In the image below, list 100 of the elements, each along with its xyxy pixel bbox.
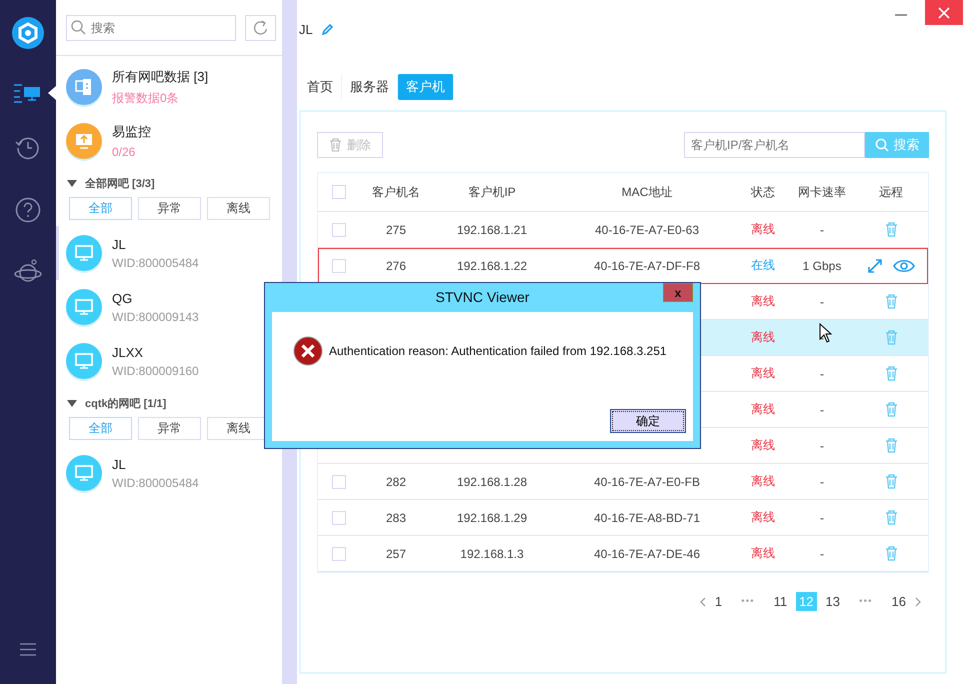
- trash-icon[interactable]: [884, 546, 898, 561]
- monitor-avatar-icon: [66, 235, 102, 271]
- menu-icon[interactable]: [20, 643, 36, 656]
- status-text: 离线: [751, 546, 775, 560]
- checkbox[interactable]: [332, 474, 346, 488]
- venue-item[interactable]: QG WID:800009143: [56, 280, 282, 334]
- ellipsis-text: •••: [858, 596, 874, 607]
- status-text: 离线: [751, 330, 775, 344]
- venue-name: JL: [112, 236, 127, 252]
- status-text: 离线: [751, 402, 775, 416]
- venue-item[interactable]: JLXX WID:800009160: [56, 334, 282, 388]
- table-cell: 282: [386, 474, 406, 488]
- dialog-title: STVNC Viewer: [436, 288, 530, 304]
- checkbox[interactable]: [332, 546, 346, 560]
- table-cell: -: [820, 222, 824, 236]
- column-header: 客户机IP: [467, 184, 517, 200]
- summary-title: 易监控: [112, 123, 151, 141]
- table-row[interactable]: 282 192.168.1.28 40-16-7E-A7-E0-FB 离线 -: [318, 464, 928, 500]
- table-cell: 40-16-7E-A7-DE-46: [594, 546, 700, 560]
- checkbox[interactable]: [332, 222, 346, 236]
- filter-button[interactable]: 异常: [138, 417, 201, 440]
- selection-pointer-icon: [48, 86, 56, 100]
- table-cell: 192.168.1.28: [456, 474, 528, 488]
- table-cell: 40-16-7E-A7-DF-F8: [594, 258, 700, 272]
- close-button[interactable]: [925, 0, 963, 25]
- previous-page-icon[interactable]: [700, 596, 706, 606]
- refresh-button[interactable]: [245, 14, 276, 40]
- trash-icon[interactable]: [884, 438, 898, 453]
- table-cell: -: [820, 366, 824, 380]
- status-text: 离线: [751, 222, 775, 236]
- table-row[interactable]: 257 192.168.1.3 40-16-7E-A7-DE-46 离线 -: [318, 536, 928, 572]
- column-header: 远程: [878, 184, 904, 200]
- expanded-triangle-icon[interactable]: [67, 400, 77, 408]
- trash-icon[interactable]: [884, 294, 898, 309]
- table-cell: 276: [386, 258, 406, 272]
- trash-icon[interactable]: [884, 366, 898, 381]
- logo-icon: [12, 17, 44, 49]
- table-cell: 283: [386, 510, 406, 524]
- venue-id: WID:800005484: [112, 256, 199, 270]
- page-title: JL: [299, 22, 313, 36]
- trash-icon: [329, 138, 342, 152]
- pencil-icon[interactable]: [320, 22, 334, 36]
- table-cell: 192.168.1.3: [460, 546, 524, 560]
- column-header: MAC地址: [620, 184, 674, 200]
- status-text: 离线: [751, 366, 775, 380]
- table-row[interactable]: 275 192.168.1.21 40-16-7E-A7-E0-63 离线 -: [318, 212, 928, 248]
- monitor-avatar-icon: [66, 343, 102, 379]
- column-header: 客户机名: [371, 184, 421, 200]
- server-avatar-icon: [66, 69, 102, 105]
- eye-icon[interactable]: [893, 258, 915, 272]
- table-cell: -: [820, 402, 824, 416]
- checkbox[interactable]: [332, 510, 346, 524]
- venue-name: JL: [112, 456, 127, 472]
- filter-button[interactable]: 异常: [138, 197, 201, 220]
- monitor-avatar-icon: [66, 455, 102, 491]
- trash-icon[interactable]: [884, 330, 898, 345]
- ellipsis-text: •••: [740, 596, 756, 607]
- table-cell: -: [820, 330, 824, 344]
- fullscreen-icon[interactable]: [867, 258, 883, 274]
- checkbox[interactable]: [332, 258, 346, 272]
- group-title: cqtk的网吧 [1/1]: [85, 397, 166, 411]
- trash-icon[interactable]: [884, 510, 898, 525]
- upload-monitor-avatar-icon: [66, 123, 102, 159]
- close-button[interactable]: x: [663, 283, 693, 302]
- venue-item[interactable]: JL WID:800005484: [56, 446, 282, 500]
- table-row[interactable]: 283 192.168.1.29 40-16-7E-A8-BD-71 离线 -: [318, 500, 928, 536]
- venue-name: QG: [112, 290, 134, 306]
- venue-name: JLXX: [112, 344, 144, 360]
- table-cell: 275: [386, 222, 406, 236]
- table-cell: -: [820, 510, 824, 524]
- search-field[interactable]: 客户机IP/客户机名: [684, 132, 865, 158]
- summary-item[interactable]: 易监控 0/26: [56, 114, 282, 168]
- summary-item[interactable]: 所有网吧数据 [3] 报警数据0条: [56, 60, 282, 114]
- status-text: 离线: [751, 438, 775, 452]
- filter-button[interactable]: 离线: [207, 197, 270, 220]
- table-cell: -: [820, 438, 824, 452]
- error-icon: [293, 336, 323, 366]
- column-header: 网卡速率: [797, 184, 847, 200]
- trash-icon[interactable]: [884, 402, 898, 417]
- column-header: 状态: [750, 184, 776, 200]
- monitor-list-icon: [14, 83, 42, 103]
- next-page-icon[interactable]: [915, 596, 921, 606]
- mouse-pointer-icon: [819, 323, 832, 343]
- summary-title: 所有网吧数据 [3]: [112, 68, 208, 86]
- checkbox[interactable]: [332, 185, 346, 199]
- trash-icon[interactable]: [884, 474, 898, 489]
- status-text: 离线: [751, 474, 775, 488]
- ok-button[interactable]: 确定: [610, 409, 686, 433]
- status-text: 在线: [751, 258, 775, 272]
- status-text: 离线: [751, 294, 775, 308]
- venue-id: WID:800009160: [112, 364, 199, 378]
- trash-icon[interactable]: [884, 222, 898, 237]
- minimize-icon[interactable]: [895, 14, 907, 16]
- search-field[interactable]: 搜索: [66, 14, 236, 40]
- refresh-icon: [252, 20, 268, 36]
- expanded-triangle-icon[interactable]: [67, 180, 77, 188]
- help-icon: [15, 197, 41, 223]
- venue-id: WID:800009143: [112, 310, 199, 324]
- table-cell: -: [820, 294, 824, 308]
- summary-subtitle: 0/26: [112, 145, 136, 159]
